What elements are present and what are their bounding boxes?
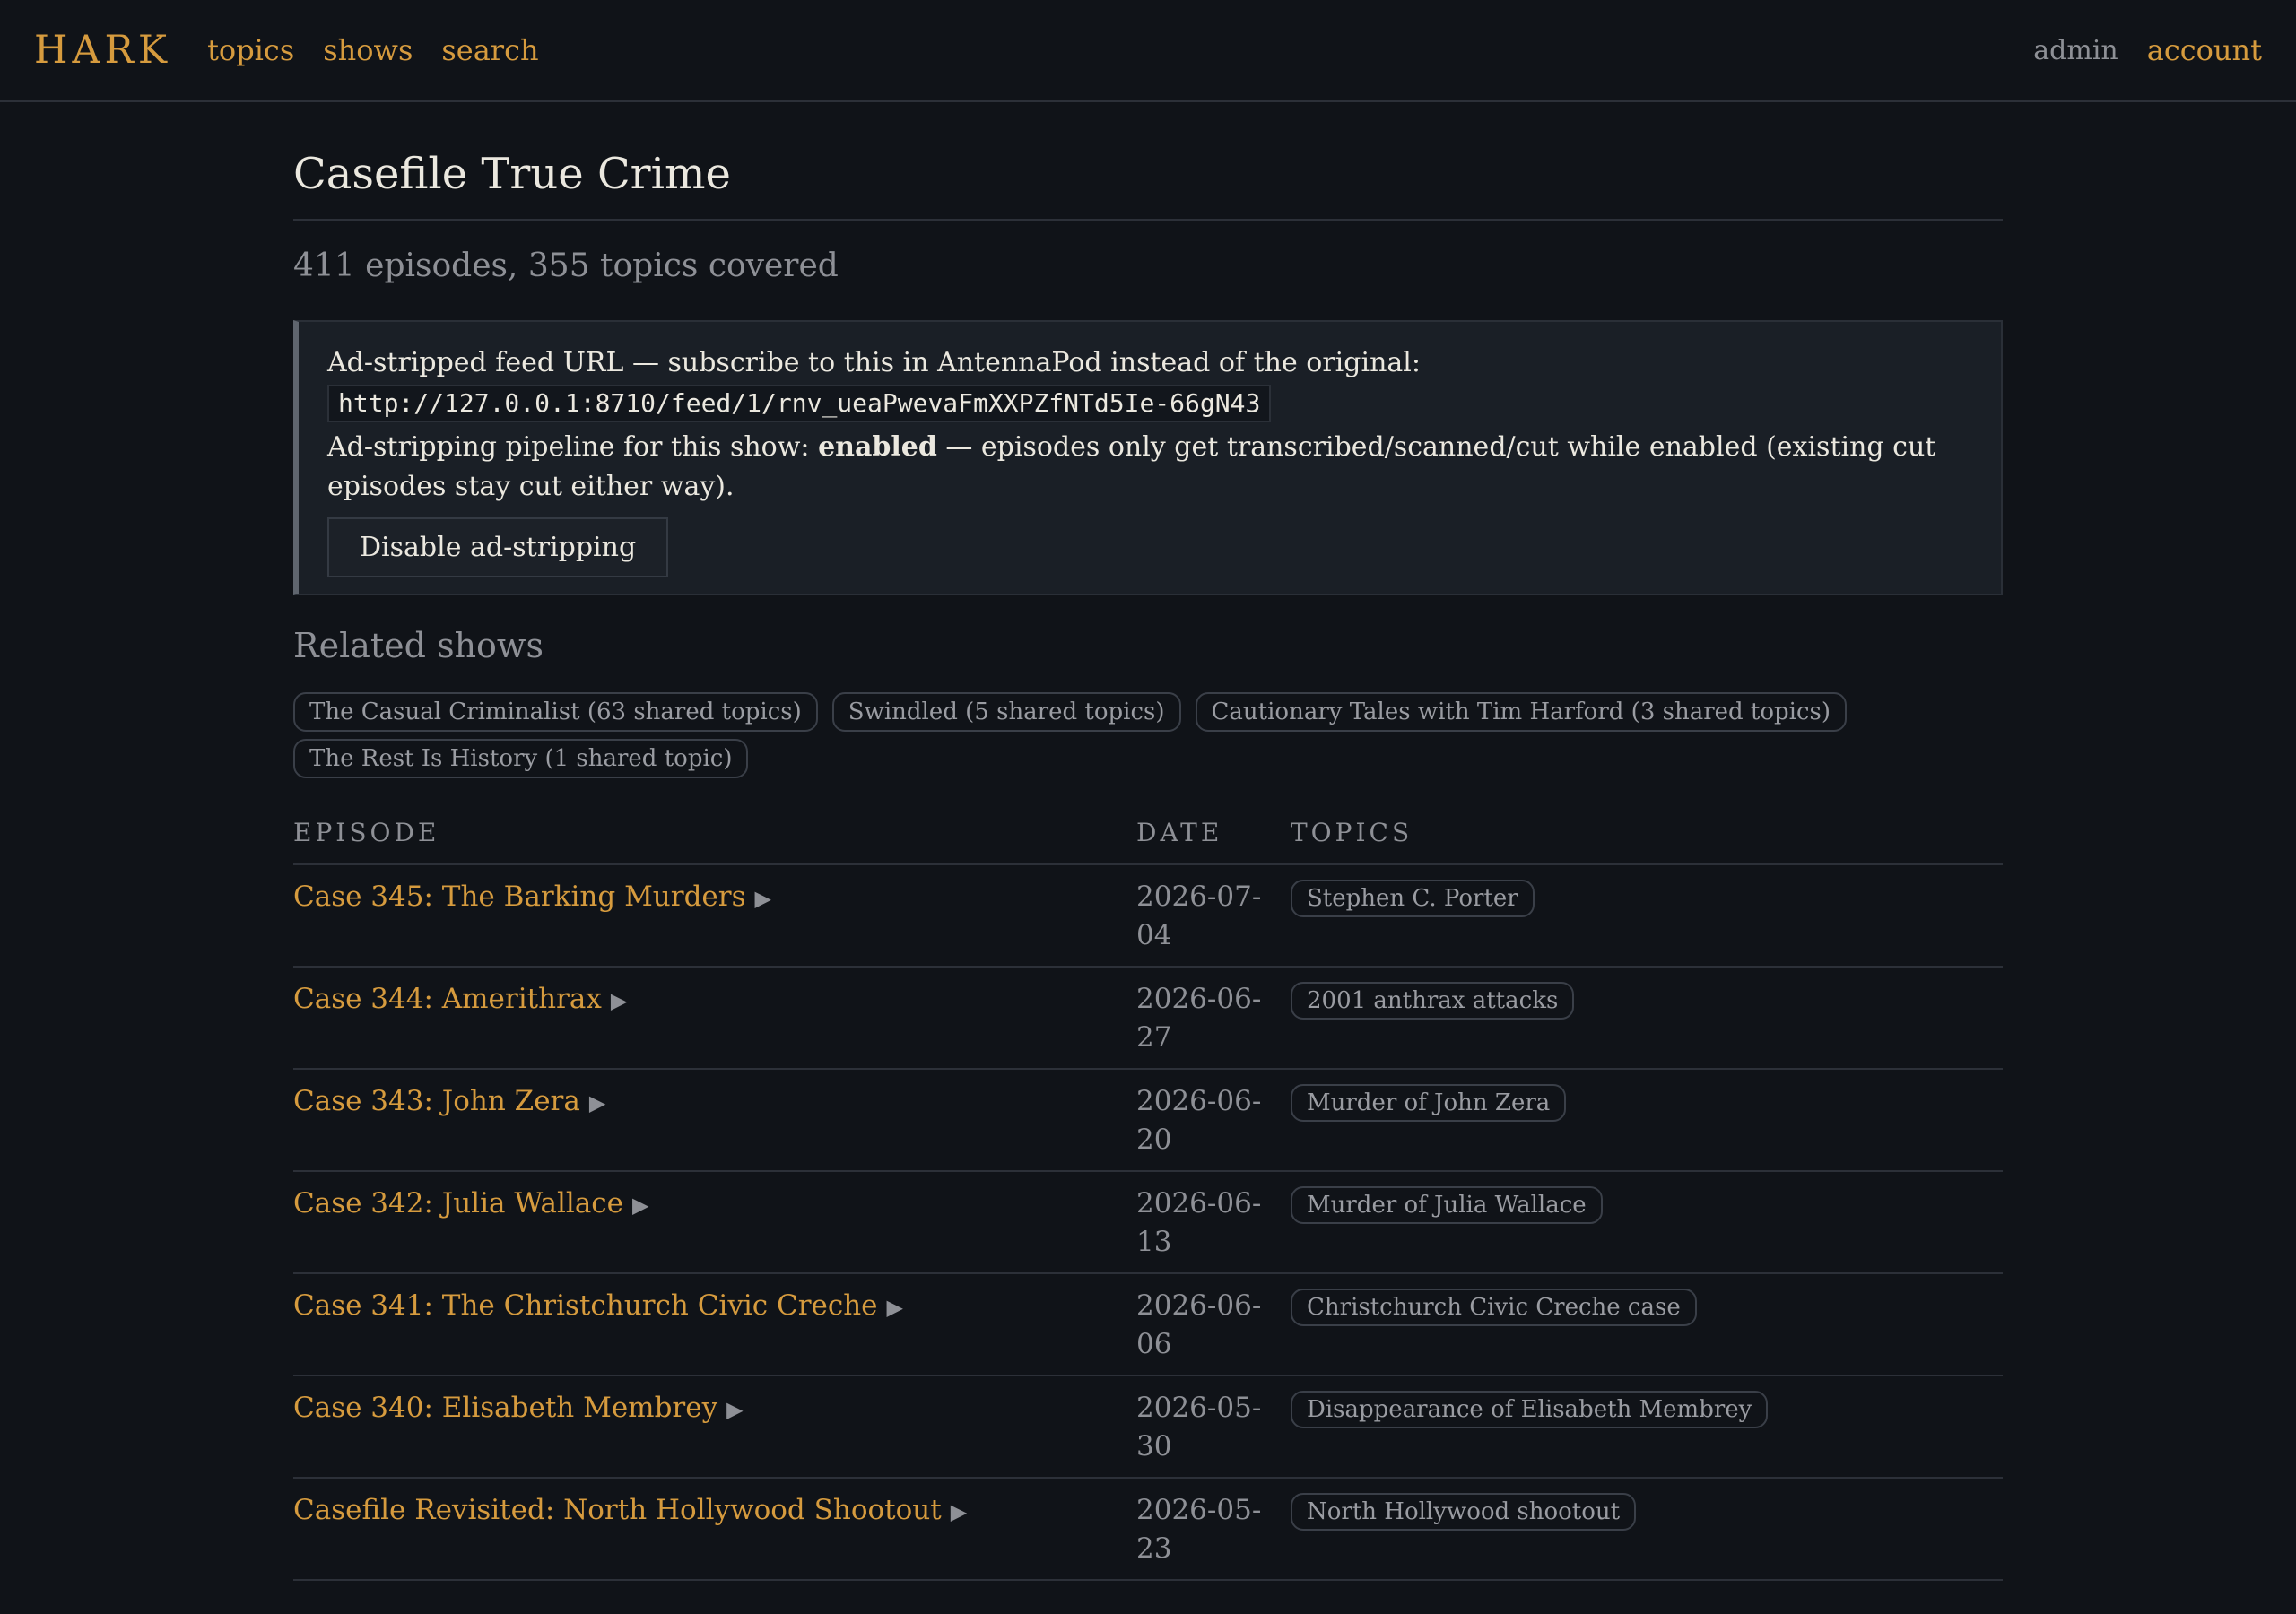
related-show-chip[interactable]: The Casual Criminalist (63 shared topics… [293,692,818,732]
episode-date: 2026-06-20 [1136,1069,1291,1172]
table-row: Case 342: Julia Wallace ▶ 2026-06-13 Murd… [293,1171,2003,1274]
topic-chip[interactable]: Christchurch Civic Creche case [1291,1289,1697,1326]
episode-cell: Case 340: Elisabeth Membrey ▶ [293,1375,1136,1479]
nav-link-account[interactable]: account [2147,33,2262,67]
play-icon[interactable]: ▶ [887,1295,903,1320]
topic-chip[interactable]: 2001 anthrax attacks [1291,982,1575,1020]
episode-cell: Case 344: Amerithrax ▶ [293,967,1136,1070]
table-row: Case 345: The Barking Murders ▶ 2026-07-0… [293,864,2003,968]
topics-cell: North Hollywood shootout [1291,1478,2003,1581]
column-header-topics: TOPICS [1291,818,2003,865]
episode-link[interactable]: Case 341: The Christchurch Civic Creche [293,1289,878,1322]
topics-cell: Stephen C. Porter [1291,864,2003,968]
episode-cell: Case 342: Julia Wallace ▶ [293,1171,1136,1274]
play-icon[interactable]: ▶ [951,1499,967,1524]
episode-cell: Case 345: The Barking Murders ▶ [293,864,1136,968]
nav-link-shows[interactable]: shows [323,33,413,67]
table-row: Case 340: Elisabeth Membrey ▶ 2026-05-30 … [293,1375,2003,1479]
table-row: Casefile Revisited: North Hollywood Shoo… [293,1478,2003,1581]
related-show-chip[interactable]: Cautionary Tales with Tim Harford (3 sha… [1195,692,1848,732]
episode-date: 2026-05-23 [1136,1478,1291,1581]
episode-link[interactable]: Case 340: Elisabeth Membrey [293,1392,718,1424]
episode-link[interactable]: Case 343: John Zera [293,1085,580,1117]
nav-link-admin[interactable]: admin [2033,35,2118,66]
topics-cell: Murder of Julia Wallace [1291,1171,2003,1274]
related-show-chip[interactable]: Swindled (5 shared topics) [831,692,1181,732]
show-page: Casefile True Crime 411 episodes, 355 to… [293,102,2003,1581]
episode-cell: Case 341: The Christchurch Civic Creche ▶ [293,1273,1136,1376]
feed-url[interactable]: http://127.0.0.1:8710/feed/1/rnv_ueaPwev… [327,385,1272,422]
pipeline-status-text: Ad-stripping pipeline for this show: ena… [327,428,1972,507]
episode-cell: Case 343: John Zera ▶ [293,1069,1136,1172]
topic-chip[interactable]: Murder of John Zera [1291,1084,1567,1122]
episode-date: 2026-06-06 [1136,1273,1291,1376]
episode-date: 2026-05-30 [1136,1375,1291,1479]
episode-link[interactable]: Case 344: Amerithrax [293,983,602,1015]
topic-chip[interactable]: Murder of Julia Wallace [1291,1186,1603,1224]
topic-chip[interactable]: Stephen C. Porter [1291,880,1535,917]
topic-chip[interactable]: North Hollywood shootout [1291,1493,1637,1531]
related-show-chip[interactable]: The Rest Is History (1 shared topic) [293,739,749,778]
nav-link-search[interactable]: search [441,33,538,67]
episodes-table: EPISODE DATE TOPICS Case 345: The Barkin… [293,818,2003,1581]
play-icon[interactable]: ▶ [755,886,771,911]
episode-cell: Casefile Revisited: North Hollywood Shoo… [293,1478,1136,1581]
episode-date: 2026-07-04 [1136,864,1291,968]
play-icon[interactable]: ▶ [726,1397,743,1422]
episode-date: 2026-06-27 [1136,967,1291,1070]
play-icon[interactable]: ▶ [589,1090,605,1115]
feed-panel: Ad-stripped feed URL — subscribe to this… [293,320,2003,595]
page-title: Casefile True Crime [293,102,2003,221]
topics-cell: Christchurch Civic Creche case [1291,1273,2003,1376]
table-header-row: EPISODE DATE TOPICS [293,818,2003,865]
feed-label: Ad-stripped feed URL — subscribe to this… [327,347,1421,378]
topics-cell: 2001 anthrax attacks [1291,967,2003,1070]
pipeline-status: enabled [818,431,937,463]
disable-ad-stripping-button[interactable]: Disable ad-stripping [327,517,669,577]
related-shows-heading: Related shows [293,626,544,665]
topics-cell: Disappearance of Elisabeth Membrey [1291,1375,2003,1479]
episode-link[interactable]: Case 345: The Barking Murders [293,881,746,913]
show-stats: 411 episodes, 355 topics covered [293,247,839,284]
episode-link[interactable]: Case 342: Julia Wallace [293,1187,623,1219]
play-icon[interactable]: ▶ [611,988,627,1013]
table-row: Case 343: John Zera ▶ 2026-06-20 Murder o… [293,1069,2003,1172]
episode-date: 2026-06-13 [1136,1171,1291,1274]
table-row: Case 341: The Christchurch Civic Creche ▶… [293,1273,2003,1376]
column-header-episode: EPISODE [293,818,1136,865]
related-shows-list: The Casual Criminalist (63 shared topics… [293,692,2003,778]
play-icon[interactable]: ▶ [632,1193,648,1218]
table-row: Case 344: Amerithrax ▶ 2026-06-27 2001 an… [293,967,2003,1070]
topic-chip[interactable]: Disappearance of Elisabeth Membrey [1291,1391,1769,1428]
brand-logo[interactable]: HARK [34,28,171,73]
nav-link-topics[interactable]: topics [207,33,294,67]
top-nav: HARK topics shows search admin account [0,0,2296,102]
pipeline-prefix: Ad-stripping pipeline for this show: [327,431,819,463]
episode-link[interactable]: Casefile Revisited: North Hollywood Shoo… [293,1494,942,1526]
topics-cell: Murder of John Zera [1291,1069,2003,1172]
column-header-date: DATE [1136,818,1291,865]
